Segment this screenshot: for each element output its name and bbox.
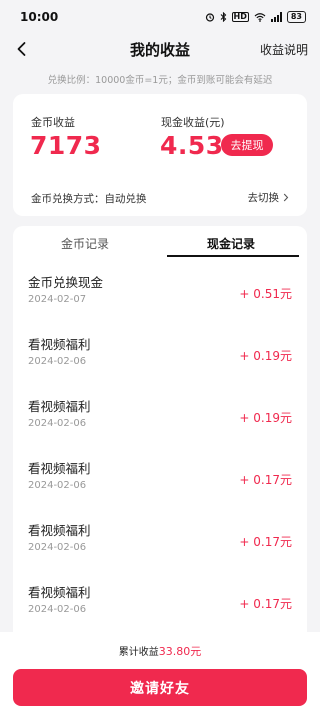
record-date: 2024-02-07 (28, 294, 87, 305)
bluetooth-icon (220, 12, 226, 22)
switch-mode-label: 去切换 (247, 192, 280, 204)
total-earnings-value: 33.80元 (158, 645, 202, 658)
record-row: 看视频福利 2024-02-06 + 0.17元 (13, 520, 307, 582)
exchange-notice: 兑换比例：10000金币=1元；金币到账可能会有延迟 (47, 75, 273, 86)
invite-friends-button[interactable]: 邀请好友 (13, 669, 307, 706)
record-date: 2024-02-06 (28, 604, 87, 615)
withdraw-button[interactable]: 去提现 (221, 134, 273, 156)
tab-coin-records[interactable]: 金币记录 (61, 235, 109, 252)
record-title: 看视频福利 (28, 523, 91, 538)
cash-earnings-label: 现金收益(元) (161, 116, 225, 129)
coin-earnings-value: 7173 (30, 131, 102, 160)
back-arrow-icon[interactable] (12, 39, 32, 59)
record-title: 看视频福利 (28, 585, 91, 600)
record-title: 看视频福利 (28, 399, 91, 414)
signal-icon (270, 12, 282, 22)
alarm-icon (205, 13, 214, 22)
status-bar: 10:00 HD 83 (0, 0, 320, 34)
cash-earnings-value: 4.53 (160, 131, 224, 160)
record-amount: + 0.17元 (239, 473, 292, 487)
earnings-info-link[interactable]: 收益说明 (260, 41, 308, 58)
active-tab-indicator (167, 255, 299, 257)
record-row: 看视频福利 2024-02-06 + 0.19元 (13, 396, 307, 458)
record-amount: + 0.17元 (239, 535, 292, 549)
record-title: 看视频福利 (28, 461, 91, 476)
status-icons: HD 83 (205, 11, 306, 23)
chevron-right-icon (283, 193, 289, 202)
records-tabs: 金币记录 现金记录 (13, 226, 307, 260)
status-time: 10:00 (20, 10, 59, 24)
record-row: 金币兑换现金 2024-02-07 + 0.51元 (13, 272, 307, 334)
hd-badge: HD (231, 12, 249, 22)
record-title: 金币兑换现金 (28, 275, 104, 290)
record-amount: + 0.17元 (239, 597, 292, 611)
coin-earnings-label: 金币收益 (31, 116, 75, 129)
earnings-summary-card: 金币收益 7173 现金收益(元) 4.53 去提现 金币兑换方式：自动兑换 去… (13, 94, 307, 216)
record-date: 2024-02-06 (28, 480, 87, 491)
record-row: 看视频福利 2024-02-06 + 0.19元 (13, 334, 307, 396)
record-date: 2024-02-06 (28, 542, 87, 553)
record-date: 2024-02-06 (28, 418, 87, 429)
nav-bar: 我的收益 收益说明 (0, 34, 320, 64)
wifi-icon (254, 13, 266, 22)
record-row: 看视频福利 2024-02-06 + 0.17元 (13, 458, 307, 520)
record-title: 看视频福利 (28, 337, 91, 352)
total-earnings: 累计收益33.80元 (0, 643, 320, 659)
exchange-mode-text: 金币兑换方式：自动兑换 (31, 193, 147, 205)
battery-icon: 83 (286, 11, 306, 23)
switch-mode-link[interactable]: 去切换 (248, 190, 290, 205)
total-earnings-label: 累计收益 (118, 647, 159, 658)
record-amount: + 0.51元 (239, 287, 292, 301)
page-title: 我的收益 (129, 40, 190, 59)
record-date: 2024-02-06 (28, 356, 87, 367)
record-amount: + 0.19元 (239, 411, 292, 425)
records-card: 金币记录 现金记录 金币兑换现金 2024-02-07 + 0.51元 看视频福… (13, 226, 307, 646)
record-amount: + 0.19元 (239, 349, 292, 363)
tab-cash-records[interactable]: 现金记录 (207, 235, 255, 252)
footer-bar: 累计收益33.80元 邀请好友 (0, 632, 320, 715)
